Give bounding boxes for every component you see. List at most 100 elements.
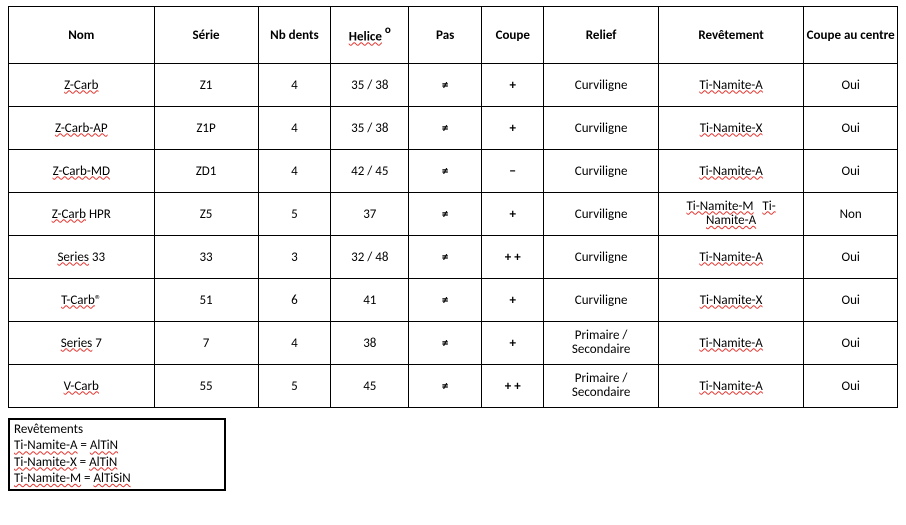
th-coupe-au-centre: Coupe au centre	[804, 7, 898, 64]
cell-relief: Curviligne	[544, 64, 658, 107]
cell-serie: ZD1	[154, 150, 258, 193]
cell-nb-dents: 3	[258, 236, 331, 279]
th-serie: Série	[154, 7, 258, 64]
cell-helice: 35 / 38	[331, 107, 409, 150]
cell-serie: Z5	[154, 193, 258, 236]
cell-pas: ≠	[409, 150, 482, 193]
rev-text: Ti-Namite-A	[699, 336, 762, 351]
nom-text: Series	[61, 336, 93, 351]
cell-nb-dents: 4	[258, 322, 331, 365]
cell-nom: Z-Carb	[9, 64, 155, 107]
cell-pas: ≠	[409, 236, 482, 279]
rev-2-suffix: Namite-A	[706, 213, 756, 228]
cell-relief: Primaire /Secondaire	[544, 322, 658, 365]
legend-l2-name: Ti-Namite-X	[14, 455, 77, 470]
cell-coupe: −	[482, 150, 544, 193]
legend-l1-val: AlTiN	[90, 438, 118, 453]
table-header-row: Nom Série Nb dents Helice o Pas Coupe Re…	[9, 7, 898, 64]
legend-box: Revêtements Ti-Namite-A = AlTiN Ti-Namit…	[8, 418, 226, 491]
degree-symbol: o	[385, 23, 391, 36]
cell-coupe: + +	[482, 236, 544, 279]
legend-line-2: Ti-Namite-X = AlTiN	[14, 455, 220, 471]
cell-nom: Series 33	[9, 236, 155, 279]
legend-l2-val: AlTiN	[89, 455, 117, 470]
legend-line-1: Ti-Namite-A = AlTiN	[14, 438, 220, 454]
cell-helice: 32 / 48	[331, 236, 409, 279]
cell-revetement: Ti-Namite-M Ti- Namite-A	[658, 193, 804, 236]
cell-nom: Series 7	[9, 322, 155, 365]
table-row: Series 3333332 / 48≠+ +CurviligneTi-Nami…	[9, 236, 898, 279]
cell-relief: Curviligne	[544, 236, 658, 279]
table-row: V-Carb55545≠+ +Primaire /SecondaireTi-Na…	[9, 365, 898, 408]
legend-l2-eq: =	[77, 455, 89, 470]
nom-text: Z-Carb	[52, 207, 86, 222]
cell-revetement: Ti-Namite-A	[658, 236, 804, 279]
cell-serie: 55	[154, 365, 258, 408]
nom-text: Z-Carb	[64, 78, 98, 93]
cell-coupe: + +	[482, 365, 544, 408]
cell-nb-dents: 5	[258, 193, 331, 236]
cell-coupe-au-centre: Oui	[804, 279, 898, 322]
rev-2-prefix: Ti-	[762, 199, 775, 214]
legend-l3-val: AlTiSiN	[93, 471, 130, 486]
cell-nb-dents: 5	[258, 365, 331, 408]
cell-helice: 41	[331, 279, 409, 322]
th-pas: Pas	[409, 7, 482, 64]
th-nb-dents: Nb dents	[258, 7, 331, 64]
legend-title: Revêtements	[14, 422, 220, 438]
cell-serie: 7	[154, 322, 258, 365]
cell-helice: 37	[331, 193, 409, 236]
rev-text: Ti-Namite-A	[699, 78, 762, 93]
nom-text: Series	[57, 250, 89, 265]
rev-text: Ti-Namite-X	[700, 293, 763, 308]
cell-revetement: Ti-Namite-X	[658, 279, 804, 322]
cell-coupe-au-centre: Oui	[804, 107, 898, 150]
table-row: Z-Carb-APZ1P435 / 38≠+CurviligneTi-Namit…	[9, 107, 898, 150]
cell-helice: 42 / 45	[331, 150, 409, 193]
cell-coupe: +	[482, 107, 544, 150]
nom-suffix: 7	[92, 336, 102, 351]
cell-relief: Primaire /Secondaire	[544, 365, 658, 408]
rev-1: Ti-Namite-M	[686, 199, 753, 214]
th-coupe: Coupe	[482, 7, 544, 64]
spec-table: Nom Série Nb dents Helice o Pas Coupe Re…	[8, 6, 898, 408]
cell-coupe: +	[482, 193, 544, 236]
nom-text: T-Carb	[61, 293, 95, 308]
relief-line1: Primaire /	[544, 329, 657, 343]
rev-text: Ti-Namite-A	[699, 164, 762, 179]
nom-suffix: HPR	[86, 207, 111, 222]
cell-nb-dents: 4	[258, 64, 331, 107]
cell-coupe: +	[482, 322, 544, 365]
cell-pas: ≠	[409, 365, 482, 408]
table-row: Z-Carb-MDZD1442 / 45≠−CurviligneTi-Namit…	[9, 150, 898, 193]
table-row: Series 77438≠+Primaire /SecondaireTi-Nam…	[9, 322, 898, 365]
cell-nom: V-Carb	[9, 365, 155, 408]
nom-suffix: 33	[89, 250, 105, 265]
cell-coupe-au-centre: Oui	[804, 64, 898, 107]
cell-pas: ≠	[409, 193, 482, 236]
cell-revetement: Ti-Namite-A	[658, 64, 804, 107]
th-nom: Nom	[9, 7, 155, 64]
cell-coupe-au-centre: Oui	[804, 236, 898, 279]
cell-nom: Z-Carb-MD	[9, 150, 155, 193]
cell-revetement: Ti-Namite-A	[658, 365, 804, 408]
rev-text: Ti-Namite-A	[699, 379, 762, 394]
cell-nb-dents: 4	[258, 107, 331, 150]
cell-nom: T-Carb®	[9, 279, 155, 322]
cell-revetement: Ti-Namite-X	[658, 107, 804, 150]
cell-revetement: Ti-Namite-A	[658, 322, 804, 365]
th-helice-text: Helice	[349, 30, 382, 45]
cell-pas: ≠	[409, 107, 482, 150]
cell-relief: Curviligne	[544, 107, 658, 150]
cell-relief: Curviligne	[544, 150, 658, 193]
cell-pas: ≠	[409, 322, 482, 365]
cell-relief: Curviligne	[544, 193, 658, 236]
cell-nom: Z-Carb-AP	[9, 107, 155, 150]
th-relief: Relief	[544, 7, 658, 64]
cell-helice: 45	[331, 365, 409, 408]
cell-serie: Z1P	[154, 107, 258, 150]
cell-nb-dents: 6	[258, 279, 331, 322]
cell-serie: 33	[154, 236, 258, 279]
cell-helice: 35 / 38	[331, 64, 409, 107]
relief-line2: Secondaire	[544, 343, 657, 357]
